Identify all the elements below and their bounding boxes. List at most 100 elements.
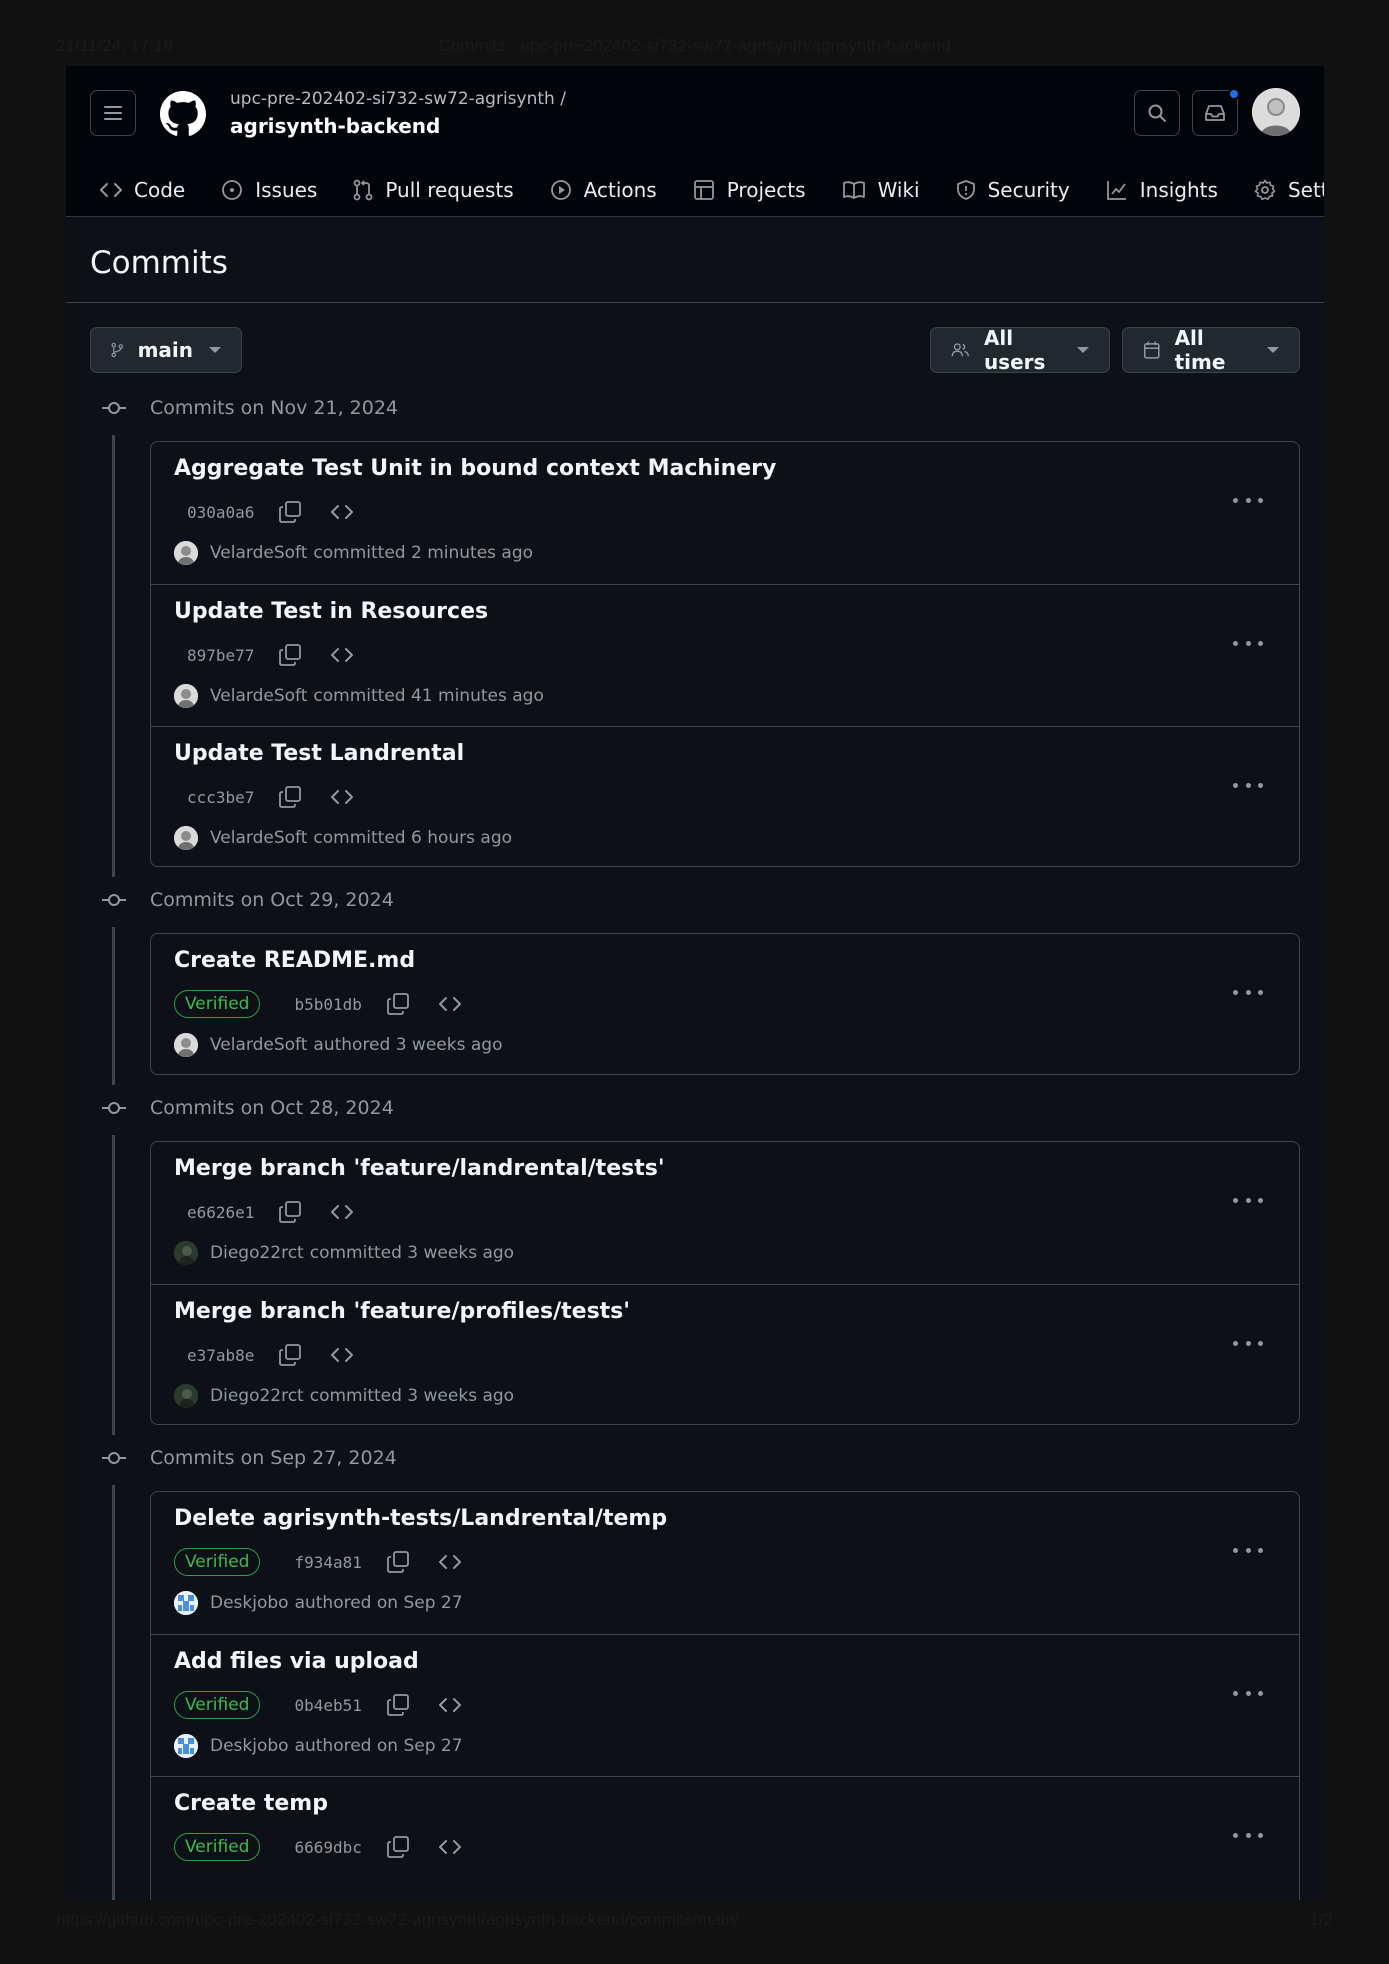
time-filter-label: All time [1174, 326, 1226, 374]
more-options-button[interactable] [1233, 982, 1263, 1002]
more-options-button[interactable] [1233, 1190, 1263, 1210]
browse-repo-button[interactable] [434, 1547, 466, 1577]
tab-insights[interactable]: Insights [1106, 164, 1218, 216]
user-avatar[interactable] [1252, 88, 1300, 136]
repo-name-link[interactable]: agrisynth-backend [230, 114, 440, 138]
tab-actions[interactable]: Actions [550, 164, 657, 216]
author-avatar[interactable] [174, 1384, 198, 1408]
branch-selector[interactable]: main [90, 327, 242, 373]
github-logo-icon[interactable] [160, 91, 206, 137]
author-avatar[interactable] [174, 1734, 198, 1758]
commit-row: Create temp Verified 6669dbc [151, 1776, 1299, 1900]
browse-repo-button[interactable] [326, 782, 358, 812]
tab-security[interactable]: Security [956, 164, 1070, 216]
author-avatar[interactable] [174, 1033, 198, 1057]
copy-sha-button[interactable] [274, 1340, 306, 1370]
tab-projects[interactable]: Projects [693, 164, 806, 216]
verified-badge[interactable]: Verified [174, 1548, 261, 1576]
author-avatar[interactable] [174, 1241, 198, 1265]
copy-sha-button[interactable] [382, 1547, 414, 1577]
menu-button[interactable] [90, 90, 136, 136]
copy-sha-button[interactable] [382, 1832, 414, 1862]
users-filter[interactable]: All users [930, 326, 1110, 374]
kebab-icon [1233, 1547, 1238, 1553]
commit-sha-link[interactable]: 6669dbc [294, 1838, 361, 1857]
print-url: https://github.com/upc-pre-202402-si732-… [56, 1910, 740, 1929]
hamburger-icon [104, 106, 122, 120]
more-options-button[interactable] [1233, 1333, 1263, 1353]
author-name-link[interactable]: VelardeSoft [210, 1035, 307, 1055]
commit-sha-link[interactable]: f934a81 [294, 1553, 361, 1572]
browse-repo-button[interactable] [434, 1832, 466, 1862]
commit-sha-link[interactable]: 897be77 [187, 646, 254, 665]
copy-sha-button[interactable] [274, 640, 306, 670]
more-options-button[interactable] [1233, 633, 1263, 653]
commit-title-link[interactable]: Aggregate Test Unit in bound context Mac… [174, 456, 776, 481]
commit-title-link[interactable]: Delete agrisynth-tests/Landrental/temp [174, 1506, 667, 1531]
commit-sha-link[interactable]: ccc3be7 [187, 788, 254, 807]
author-avatar[interactable] [174, 684, 198, 708]
github-page: upc-pre-202402-si732-sw72-agrisynth / ag… [66, 66, 1324, 1900]
more-options-button[interactable] [1233, 490, 1263, 510]
search-button[interactable] [1134, 90, 1180, 136]
browse-repo-button[interactable] [434, 1690, 466, 1720]
commit-sha-link[interactable]: e6626e1 [187, 1203, 254, 1222]
copy-sha-button[interactable] [274, 1197, 306, 1227]
tab-code[interactable]: Code [100, 164, 185, 216]
browse-code-icon [331, 790, 354, 804]
browse-repo-button[interactable] [326, 1340, 358, 1370]
time-filter[interactable]: All time [1122, 326, 1300, 374]
author-avatar[interactable] [174, 826, 198, 850]
commit-title-link[interactable]: Create README.md [174, 948, 415, 973]
commit-sha-link[interactable]: e37ab8e [187, 1346, 254, 1365]
tab-pull-requests[interactable]: Pull requests [353, 164, 514, 216]
author-avatar[interactable] [174, 1591, 198, 1615]
verified-badge[interactable]: Verified [174, 1833, 261, 1861]
shield-icon [956, 180, 975, 200]
commit-title-link[interactable]: Merge branch 'feature/profiles/tests' [174, 1299, 630, 1324]
commit-title-link[interactable]: Update Test Landrental [174, 741, 464, 766]
more-options-button[interactable] [1233, 1683, 1263, 1703]
browse-repo-button[interactable] [326, 1197, 358, 1227]
copy-sha-button[interactable] [274, 497, 306, 527]
author-name-link[interactable]: VelardeSoft [210, 543, 307, 563]
commit-action-text: committed 6 hours ago [313, 828, 513, 848]
copy-icon [279, 501, 302, 523]
tab-issues[interactable]: Issues [221, 164, 317, 216]
author-avatar[interactable] [174, 541, 198, 565]
author-name-link[interactable]: Diego22rct [210, 1243, 304, 1263]
commit-title-link[interactable]: Add files via upload [174, 1649, 419, 1674]
commit-title-link[interactable]: Merge branch 'feature/landrental/tests' [174, 1156, 665, 1181]
commit-title-link[interactable]: Create temp [174, 1791, 328, 1816]
verified-badge[interactable]: Verified [174, 1691, 261, 1719]
tab-settings[interactable]: Settin [1254, 164, 1324, 216]
commit-meta: 897be77 [174, 640, 378, 670]
author-name-link[interactable]: Diego22rct [210, 1386, 304, 1406]
browse-repo-button[interactable] [326, 640, 358, 670]
commit-sha-link[interactable]: 030a0a6 [187, 503, 254, 522]
more-options-button[interactable] [1233, 1540, 1263, 1560]
more-options-button[interactable] [1233, 1825, 1263, 1845]
author-name-link[interactable]: VelardeSoft [210, 686, 307, 706]
author-name-link[interactable]: Deskjobo [210, 1593, 289, 1613]
commit-sha-link[interactable]: b5b01db [294, 995, 361, 1014]
verified-badge[interactable]: Verified [174, 990, 261, 1018]
repo-owner-link[interactable]: upc-pre-202402-si732-sw72-agrisynth / [230, 89, 566, 109]
copy-sha-button[interactable] [382, 1690, 414, 1720]
kebab-icon [1233, 1340, 1238, 1346]
copy-sha-button[interactable] [274, 782, 306, 812]
more-options-button[interactable] [1233, 775, 1263, 795]
copy-icon [279, 1344, 302, 1366]
author-name-link[interactable]: VelardeSoft [210, 828, 307, 848]
browse-repo-button[interactable] [326, 497, 358, 527]
copy-sha-button[interactable] [382, 989, 414, 1019]
commit-action-text: authored 3 weeks ago [313, 1035, 503, 1055]
commit-action-text: committed 3 weeks ago [309, 1243, 515, 1263]
tab-wiki[interactable]: Wiki [842, 164, 920, 216]
inbox-button[interactable] [1192, 88, 1240, 136]
commit-sha-link[interactable]: 0b4eb51 [294, 1696, 361, 1715]
browse-repo-button[interactable] [434, 989, 466, 1019]
commit-group: Merge branch 'feature/landrental/tests' e… [150, 1141, 1300, 1425]
commit-title-link[interactable]: Update Test in Resources [174, 599, 488, 624]
author-name-link[interactable]: Deskjobo [210, 1736, 289, 1756]
